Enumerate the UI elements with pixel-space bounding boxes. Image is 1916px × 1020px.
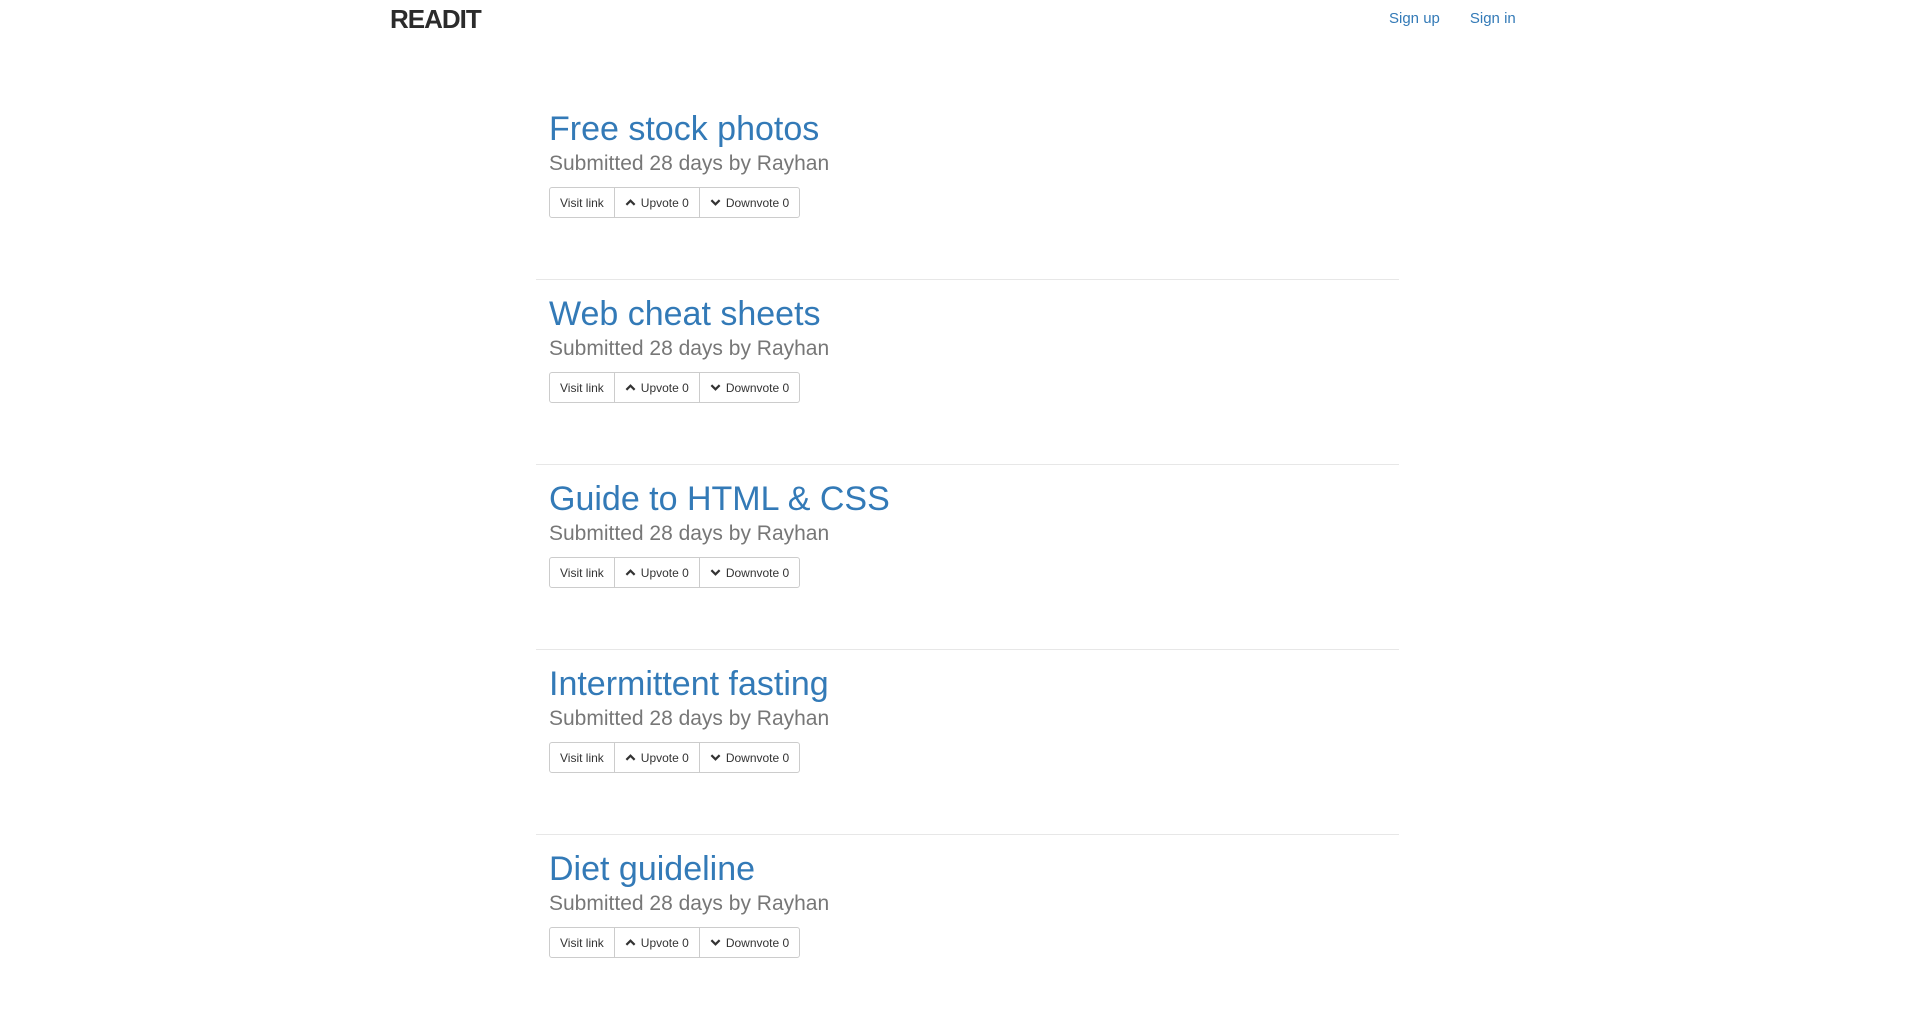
post-title-link[interactable]: Guide to HTML & CSS	[549, 479, 890, 519]
post-title-link[interactable]: Free stock photos	[549, 109, 819, 149]
post-title-link[interactable]: Web cheat sheets	[549, 294, 821, 334]
upvote-button[interactable]: Upvote 0	[613, 187, 700, 218]
chevron-down-icon	[710, 567, 721, 578]
post-item: Intermittent fasting Submitted 28 days b…	[536, 650, 1399, 835]
navbar: READIT Sign up Sign in	[0, 0, 1916, 40]
visit-link-label: Visit link	[560, 935, 604, 950]
upvote-button[interactable]: Upvote 0	[613, 372, 700, 403]
post-actions: Visit link Upvote 0 Downvote 0	[549, 557, 801, 588]
visit-link-button[interactable]: Visit link	[549, 742, 615, 773]
post-item: Free stock photos Submitted 28 days by R…	[536, 95, 1399, 280]
brand-logo[interactable]: READIT	[390, 4, 482, 35]
post-meta: Submitted 28 days by Rayhan	[549, 152, 830, 175]
nav-links: Sign up Sign in	[1389, 10, 1516, 27]
downvote-button[interactable]: Downvote 0	[698, 927, 801, 958]
visit-link-button[interactable]: Visit link	[549, 187, 615, 218]
post-actions: Visit link Upvote 0 Downvote 0	[549, 742, 801, 773]
signin-link[interactable]: Sign in	[1470, 10, 1516, 27]
post-actions: Visit link Upvote 0 Downvote 0	[549, 187, 801, 218]
chevron-up-icon	[625, 382, 636, 393]
upvote-label: Upvote 0	[640, 380, 689, 395]
post-title-link[interactable]: Diet guideline	[549, 849, 755, 889]
visit-link-label: Visit link	[560, 750, 604, 765]
upvote-label: Upvote 0	[640, 935, 689, 950]
upvote-label: Upvote 0	[640, 195, 689, 210]
post-item: Guide to HTML & CSS Submitted 28 days by…	[536, 465, 1399, 650]
chevron-down-icon	[710, 752, 721, 763]
visit-link-button[interactable]: Visit link	[549, 927, 615, 958]
visit-link-label: Visit link	[560, 195, 604, 210]
visit-link-label: Visit link	[560, 565, 604, 580]
chevron-up-icon	[625, 937, 636, 948]
chevron-up-icon	[625, 197, 636, 208]
downvote-button[interactable]: Downvote 0	[698, 742, 801, 773]
chevron-down-icon	[710, 937, 721, 948]
visit-link-button[interactable]: Visit link	[549, 557, 615, 588]
post-title-link[interactable]: Intermittent fasting	[549, 664, 829, 704]
downvote-button[interactable]: Downvote 0	[698, 372, 801, 403]
downvote-label: Downvote 0	[725, 565, 790, 580]
chevron-up-icon	[625, 567, 636, 578]
chevron-up-icon	[625, 752, 636, 763]
chevron-down-icon	[710, 197, 721, 208]
upvote-button[interactable]: Upvote 0	[613, 557, 700, 588]
downvote-label: Downvote 0	[725, 750, 790, 765]
post-meta: Submitted 28 days by Rayhan	[549, 522, 830, 545]
upvote-label: Upvote 0	[640, 565, 689, 580]
post-actions: Visit link Upvote 0 Downvote 0	[549, 372, 801, 403]
upvote-button[interactable]: Upvote 0	[613, 742, 700, 773]
chevron-down-icon	[710, 382, 721, 393]
post-item: Diet guideline Submitted 28 days by Rayh…	[536, 835, 1399, 1020]
downvote-button[interactable]: Downvote 0	[698, 187, 801, 218]
post-meta: Submitted 28 days by Rayhan	[549, 707, 830, 730]
upvote-button[interactable]: Upvote 0	[613, 927, 700, 958]
downvote-label: Downvote 0	[725, 195, 790, 210]
upvote-label: Upvote 0	[640, 750, 689, 765]
post-list: Free stock photos Submitted 28 days by R…	[536, 95, 1399, 1020]
post-actions: Visit link Upvote 0 Downvote 0	[549, 927, 801, 958]
downvote-label: Downvote 0	[725, 380, 790, 395]
visit-link-button[interactable]: Visit link	[549, 372, 615, 403]
downvote-label: Downvote 0	[725, 935, 790, 950]
post-item: Web cheat sheets Submitted 28 days by Ra…	[536, 280, 1399, 465]
downvote-button[interactable]: Downvote 0	[698, 557, 801, 588]
visit-link-label: Visit link	[560, 380, 604, 395]
post-meta: Submitted 28 days by Rayhan	[549, 337, 830, 360]
post-meta: Submitted 28 days by Rayhan	[549, 892, 830, 915]
signup-link[interactable]: Sign up	[1389, 10, 1440, 27]
